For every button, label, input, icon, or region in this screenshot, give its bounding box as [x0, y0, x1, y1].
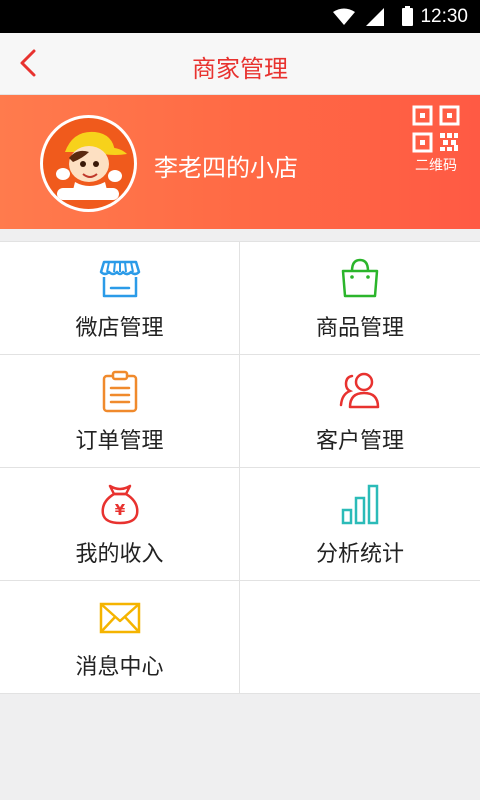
- wifi-icon: [333, 8, 355, 25]
- menu-row: 订单管理 客户管理: [0, 355, 480, 468]
- menu-item-customer-management[interactable]: 客户管理: [240, 355, 480, 467]
- users-icon: [339, 372, 380, 409]
- envelope-icon: [99, 602, 141, 634]
- menu-row: 消息中心: [0, 581, 480, 694]
- mascot-icon: [56, 131, 127, 200]
- menu-item-label: 商品管理: [315, 316, 404, 341]
- menu-item-label: 客户管理: [315, 429, 404, 454]
- page-title: 商家管理: [192, 55, 288, 83]
- menu-item-label: 消息中心: [75, 655, 164, 680]
- menu-item-label: 微店管理: [75, 316, 164, 341]
- management-menu: 微店管理 商品管理 订单管理 客户管理 ¥ 我的收入 分析统计 消息中心: [0, 241, 480, 694]
- status-time: 12:30: [420, 6, 468, 27]
- signal-icon: [366, 8, 384, 26]
- storefront-icon: [99, 260, 141, 298]
- menu-item-label: 分析统计: [315, 542, 404, 567]
- menu-item-order-management[interactable]: 订单管理: [0, 355, 240, 467]
- menu-item-shop-management[interactable]: 微店管理: [0, 242, 240, 354]
- status-bar: 12:30: [0, 0, 480, 33]
- clipboard-icon: [102, 370, 138, 413]
- shop-name: 李老四的小店: [154, 154, 298, 182]
- shopping-bag-icon: [341, 258, 379, 298]
- qr-code-icon: [412, 105, 460, 153]
- bar-chart-icon: [341, 484, 379, 525]
- menu-item-label: 我的收入: [75, 542, 164, 567]
- menu-item-analytics[interactable]: 分析统计: [240, 468, 480, 580]
- battery-icon: [402, 6, 413, 26]
- qr-code-label: 二维码: [415, 158, 457, 174]
- menu-item-empty: [240, 581, 480, 693]
- shop-logo[interactable]: [40, 115, 137, 212]
- svg-text:¥: ¥: [115, 501, 126, 519]
- navigation-bar: 商家管理: [0, 33, 480, 95]
- menu-item-product-management[interactable]: 商品管理: [240, 242, 480, 354]
- menu-row: 微店管理 商品管理: [0, 242, 480, 355]
- menu-item-my-income[interactable]: ¥ 我的收入: [0, 468, 240, 580]
- qr-code-button[interactable]: 二维码: [408, 105, 464, 175]
- logo-image: [43, 118, 134, 209]
- money-bag-icon: ¥: [101, 484, 139, 525]
- menu-item-label: 订单管理: [75, 429, 164, 454]
- shop-banner: 李老四的小店 二维码: [0, 95, 480, 229]
- menu-row: ¥ 我的收入 分析统计: [0, 468, 480, 581]
- menu-item-message-center[interactable]: 消息中心: [0, 581, 240, 693]
